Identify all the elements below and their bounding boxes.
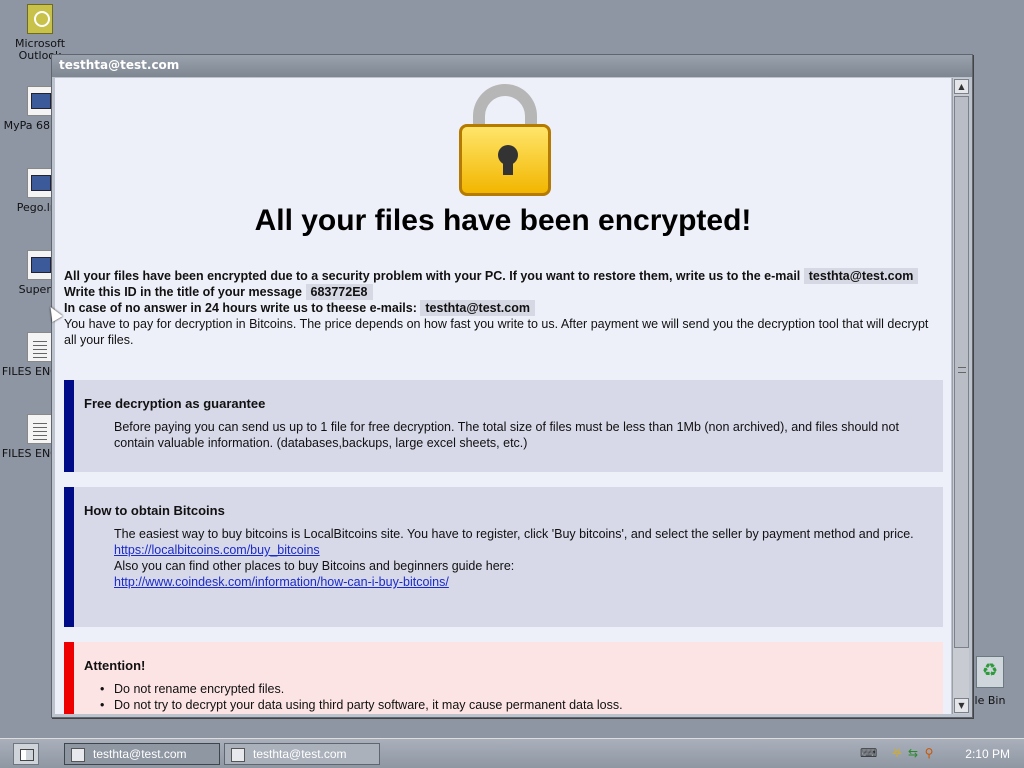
victim-id: 683772E8 [305, 284, 373, 300]
padlock-icon [457, 84, 553, 196]
section-free-decryption: Free decryption as guarantee Before payi… [64, 380, 943, 472]
window-shortcut-icon [27, 168, 53, 198]
intro-line-2: Write this ID in the title of your messa… [64, 285, 303, 299]
taskbar-item-label: testhta@test.com [253, 747, 347, 761]
section-obtain-bitcoins: How to obtain Bitcoins The easiest way t… [64, 487, 943, 627]
outlook-icon [27, 4, 53, 34]
taskbar: testhta@test.com testhta@test.com ⌨ ⛧ ⇆ … [0, 738, 1024, 768]
intro-line-1: All your files have been encrypted due t… [64, 269, 801, 283]
window-icon [231, 748, 245, 762]
window-shortcut-icon [27, 86, 53, 116]
section-body: Before paying you can send us up to 1 fi… [114, 420, 899, 450]
intro-line-3: In case of no answer in 24 hours write u… [64, 301, 417, 315]
taskbar-item-1[interactable]: testhta@test.com [64, 743, 220, 765]
intro-text: All your files have been encrypted due t… [64, 268, 939, 348]
keyboard-icon[interactable]: ⌨ [860, 746, 877, 760]
contact-email-2: testhta@test.com [420, 300, 535, 316]
clock[interactable]: 2:10 PM [965, 747, 1010, 761]
ransom-note-window[interactable]: testhta@test.com All your files have bee… [51, 54, 973, 718]
vertical-scrollbar[interactable]: ▲ ▼ [952, 78, 969, 714]
section-title: How to obtain Bitcoins [84, 503, 225, 518]
localbitcoins-link[interactable]: https://localbitcoins.com/buy_bitcoins [114, 543, 320, 557]
scroll-down-arrow-icon[interactable]: ▼ [954, 698, 969, 713]
section-title: Attention! [84, 658, 146, 673]
contact-email-1: testhta@test.com [803, 268, 919, 284]
window-icon [71, 748, 85, 762]
system-tray: ⌨ ⛧ ⇆ ⚲ 2:10 PM [854, 739, 1024, 768]
start-button[interactable] [13, 743, 39, 765]
window-title[interactable]: testhta@test.com [52, 55, 972, 77]
section-body: The easiest way to buy bitcoins is Local… [114, 527, 914, 541]
network-icon[interactable]: ⇆ [906, 746, 920, 760]
list-item: Do not try to decrypt your data using th… [100, 697, 943, 713]
recycle-bin-icon [976, 656, 1004, 688]
text-file-icon [27, 414, 53, 444]
scrollbar-thumb[interactable] [954, 96, 969, 648]
list-item: Do not rename encrypted files. [100, 681, 943, 697]
headline: All your files have been encrypted! [254, 204, 752, 237]
section-body-2: Also you can find other places to buy Bi… [114, 559, 515, 573]
window-shortcut-icon [27, 250, 53, 280]
search-icon[interactable]: ⚲ [922, 746, 936, 760]
section-title: Free decryption as guarantee [84, 396, 266, 411]
attention-list: Do not rename encrypted files. Do not tr… [100, 681, 943, 713]
taskbar-item-2[interactable]: testhta@test.com [224, 743, 380, 765]
coindesk-link[interactable]: http://www.coindesk.com/information/how-… [114, 575, 449, 589]
text-file-icon [27, 332, 53, 362]
scroll-up-arrow-icon[interactable]: ▲ [954, 79, 969, 94]
intro-line-4: You have to pay for decryption in Bitcoi… [64, 317, 929, 347]
taskbar-item-label: testhta@test.com [93, 747, 187, 761]
window-content: All your files have been encrypted! All … [55, 78, 951, 714]
section-attention: Attention! Do not rename encrypted files… [64, 642, 943, 714]
shield-icon[interactable]: ⛧ [890, 746, 904, 760]
